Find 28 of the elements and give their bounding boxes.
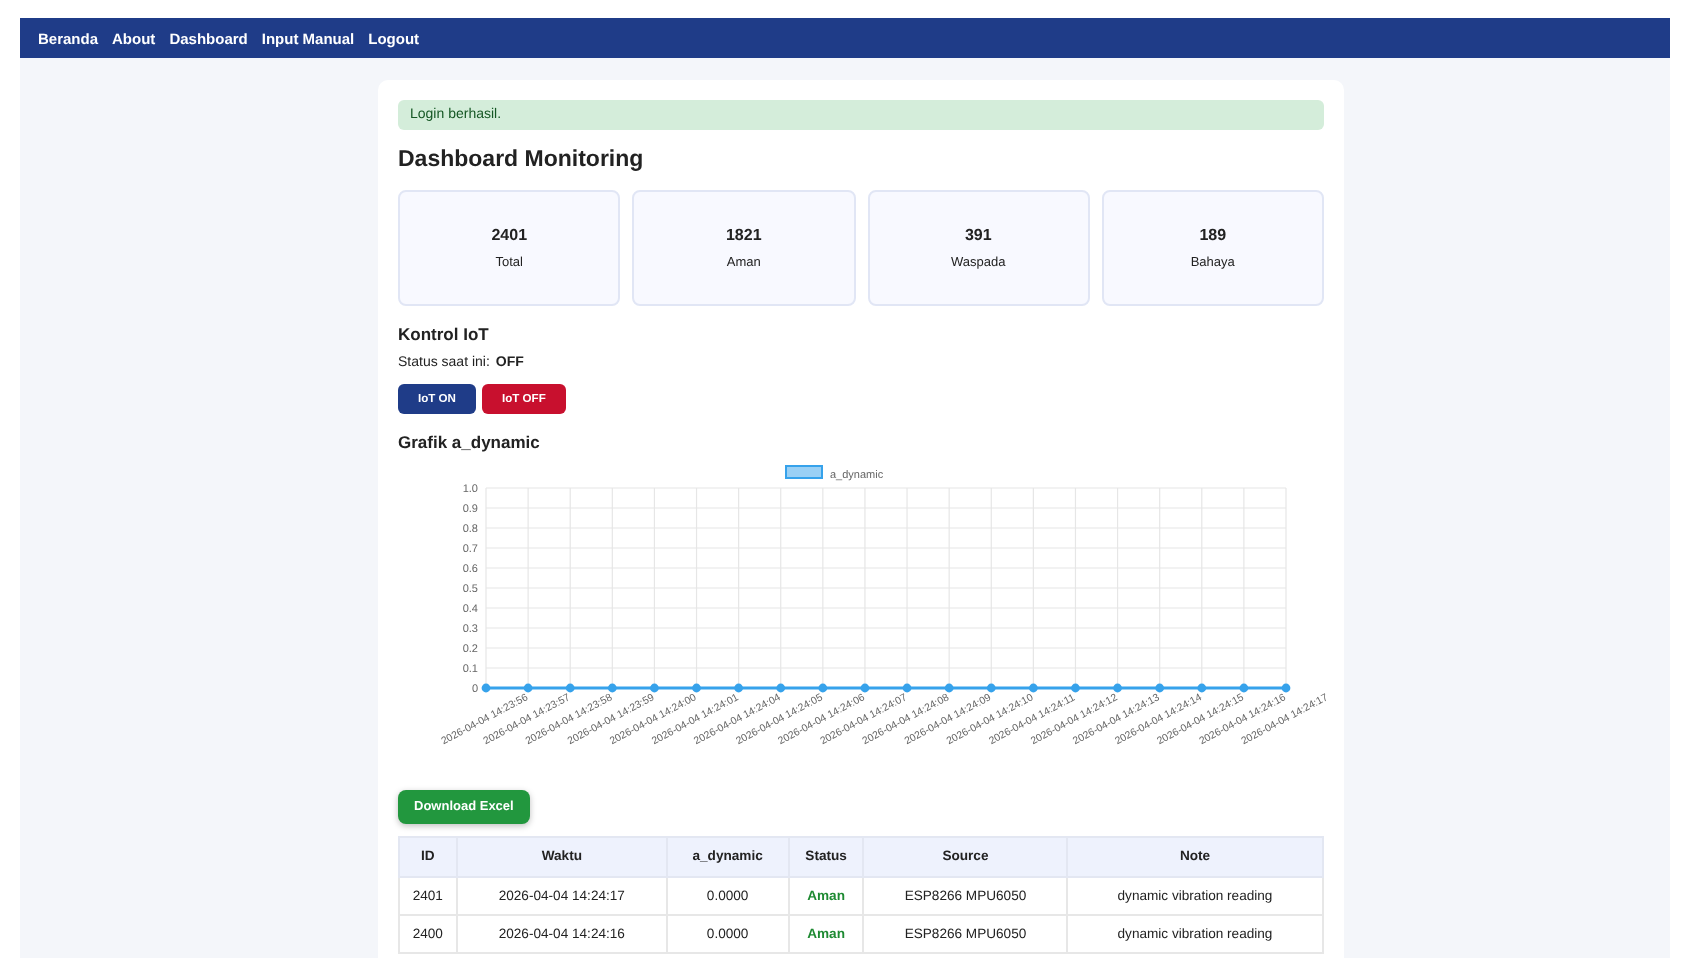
data-point (902, 683, 912, 693)
data-point (860, 683, 870, 693)
data-point (1113, 683, 1122, 693)
stat-value: 2401 (491, 226, 528, 244)
stat-value: 1821 (725, 226, 762, 244)
stat-value: 391 (964, 226, 992, 244)
data-point (1155, 683, 1165, 693)
data-point (523, 683, 533, 693)
data-point (650, 683, 659, 693)
data-point (1281, 683, 1291, 693)
data-point (776, 683, 786, 693)
data-point (1239, 683, 1249, 693)
data-point (986, 683, 996, 693)
data-point (1028, 683, 1038, 693)
section-heading: Kontrol IoT (398, 324, 491, 344)
page-title: Dashboard Monitoring (398, 148, 646, 172)
data-point (565, 683, 575, 693)
data-point (481, 683, 491, 693)
data-point (607, 683, 617, 693)
section-heading: Grafik a_dynamic (398, 432, 542, 452)
data-point (1197, 683, 1207, 693)
data-point (1071, 683, 1080, 693)
data-point (692, 683, 701, 693)
stat-value: 189 (1199, 226, 1227, 244)
data-point (818, 683, 828, 693)
legend-swatch[interactable] (785, 465, 823, 479)
data-point (944, 683, 954, 693)
data-point (734, 683, 744, 693)
